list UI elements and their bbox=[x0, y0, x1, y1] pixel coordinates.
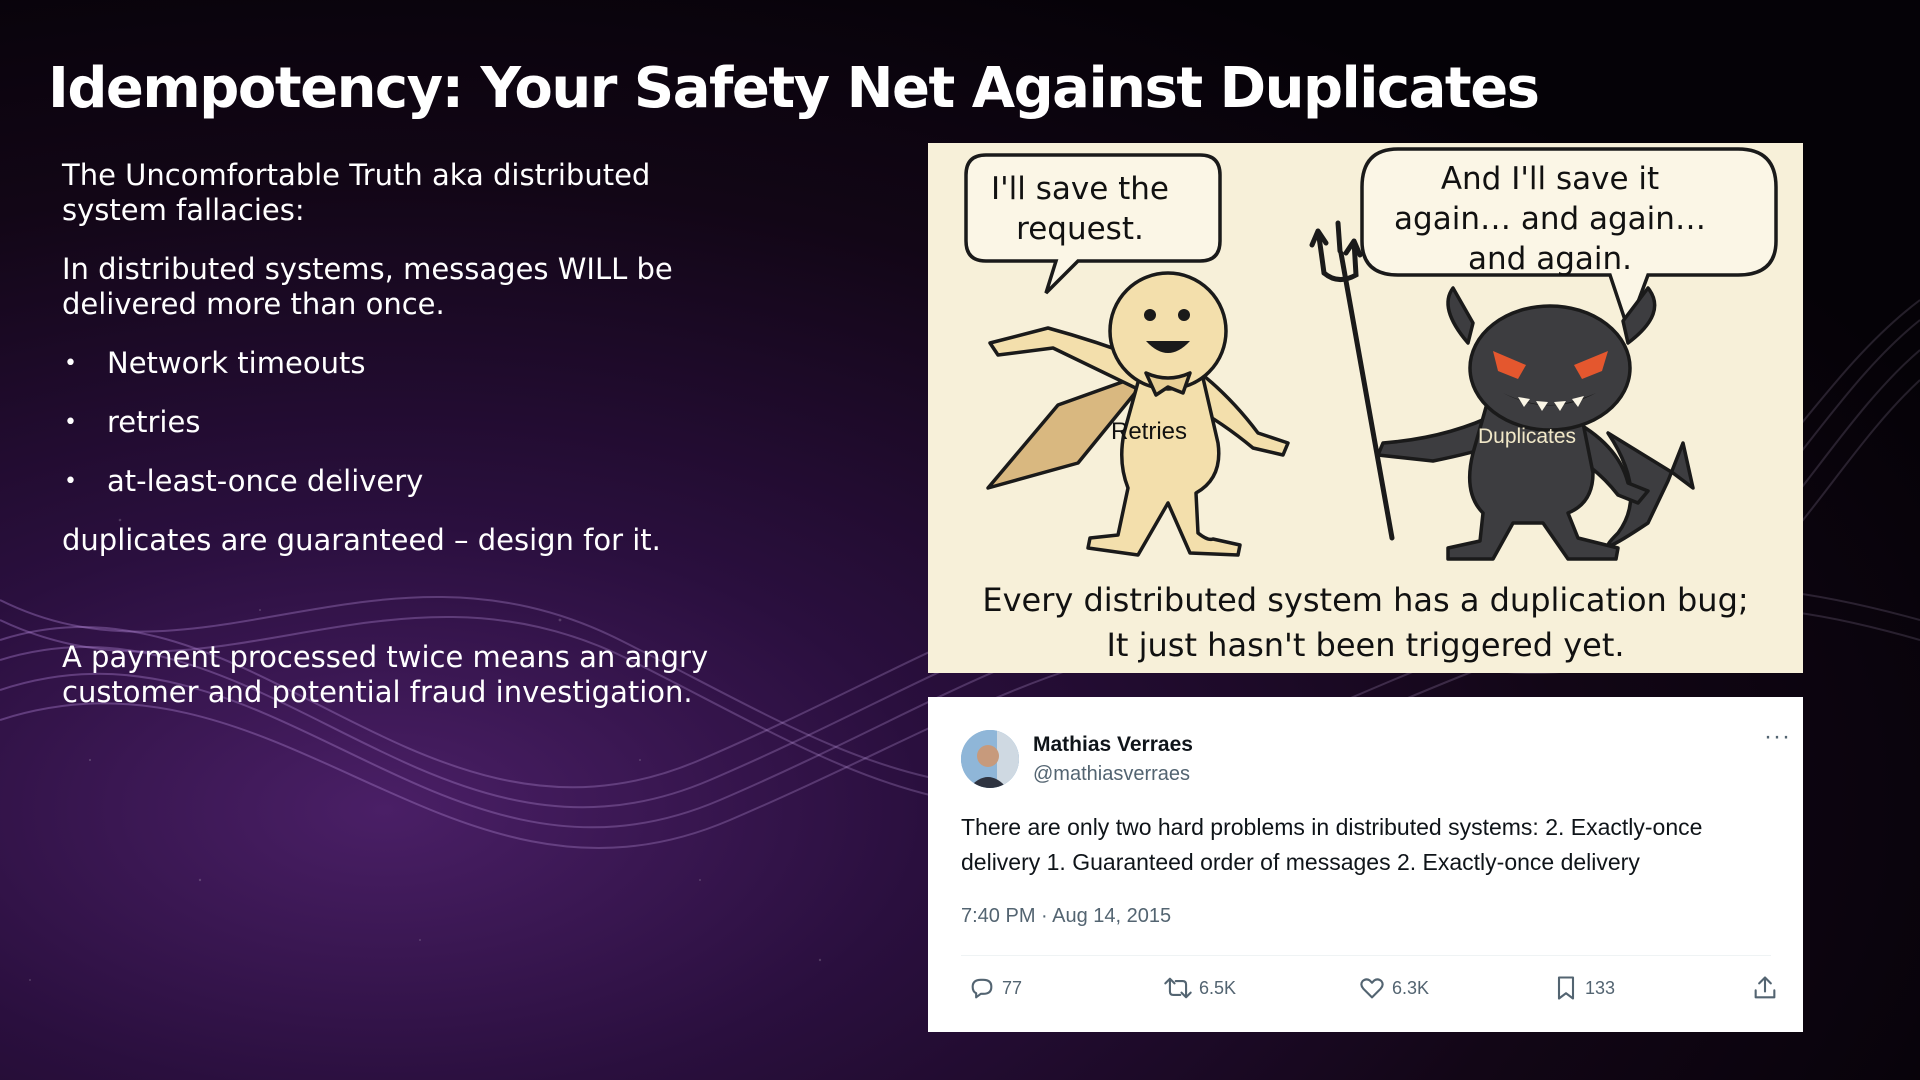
reply-icon bbox=[971, 978, 993, 999]
like-button[interactable]: 6.3K bbox=[1358, 974, 1429, 1002]
divider bbox=[961, 955, 1771, 956]
list-item: • Network timeouts bbox=[62, 346, 722, 381]
devil-label: Duplicates bbox=[1478, 425, 1577, 448]
reply-count: 77 bbox=[1002, 977, 1023, 998]
tweet-timestamp[interactable]: 7:40 PM · Aug 14, 2015 bbox=[961, 905, 1171, 928]
retweet-count: 6.5K bbox=[1199, 977, 1237, 998]
more-options-icon[interactable]: ··· bbox=[1764, 723, 1791, 751]
comic-caption: Every distributed system has a duplicati… bbox=[928, 578, 1803, 668]
avatar-image bbox=[961, 730, 1019, 788]
bullet-glyph: • bbox=[64, 410, 77, 435]
devil-character bbox=[1376, 286, 1695, 561]
caption-line: It just hasn't been triggered yet. bbox=[1106, 626, 1625, 664]
tweet-author-handle[interactable]: @mathiasverraes bbox=[1033, 763, 1190, 786]
tweet-card: Mathias Verraes @mathiasverraes ··· Ther… bbox=[928, 697, 1803, 1032]
speech-text-left: I'll save the request. bbox=[990, 171, 1170, 247]
delivery-paragraph: In distributed systems, messages WILL be… bbox=[62, 252, 673, 321]
like-count: 6.3K bbox=[1392, 977, 1430, 998]
list-item-text: at-least-once delivery bbox=[107, 464, 424, 498]
speech-text-right: And I'll save it again… and again… and a… bbox=[1394, 161, 1706, 277]
bullet-glyph: • bbox=[64, 469, 77, 494]
payment-paragraph: A payment processed twice means an angry… bbox=[62, 640, 709, 709]
tweet-author-name[interactable]: Mathias Verraes bbox=[1033, 733, 1193, 757]
list-item: • retries bbox=[62, 405, 722, 440]
caption-line: Every distributed system has a duplicati… bbox=[982, 581, 1749, 619]
comic-image: I'll save the request. And I'll save it … bbox=[928, 143, 1803, 673]
hero-character bbox=[986, 271, 1290, 557]
intro-paragraph: The Uncomfortable Truth aka distributed … bbox=[62, 158, 651, 227]
retweet-button[interactable]: 6.5K bbox=[1163, 974, 1236, 1002]
list-item-text: Network timeouts bbox=[107, 346, 366, 380]
left-text-column: The Uncomfortable Truth aka distributed … bbox=[62, 158, 722, 734]
bookmark-count: 133 bbox=[1585, 977, 1616, 998]
hero-eye bbox=[1178, 309, 1190, 321]
tweet-text: There are only two hard problems in dist… bbox=[961, 814, 1703, 875]
bullet-glyph: • bbox=[64, 351, 77, 376]
bookmark-icon bbox=[1557, 976, 1575, 1000]
share-icon bbox=[1754, 976, 1776, 999]
retweet-icon bbox=[1164, 977, 1192, 999]
list-item: • at-least-once delivery bbox=[62, 464, 722, 499]
slide-title: Idempotency: Your Safety Net Against Dup… bbox=[48, 56, 1540, 121]
list-item-text: retries bbox=[107, 405, 201, 439]
heart-icon bbox=[1360, 978, 1384, 999]
share-button[interactable] bbox=[1751, 974, 1779, 1002]
hero-label: Retries bbox=[1111, 418, 1188, 445]
bookmark-button[interactable]: 133 bbox=[1553, 974, 1615, 1002]
guarantee-paragraph: duplicates are guaranteed – design for i… bbox=[62, 523, 661, 557]
hero-eye bbox=[1144, 309, 1156, 321]
avatar[interactable] bbox=[961, 730, 1019, 788]
cause-list: • Network timeouts • retries • at-least-onc… bbox=[62, 346, 722, 499]
reply-button[interactable]: 77 bbox=[968, 974, 1022, 1002]
